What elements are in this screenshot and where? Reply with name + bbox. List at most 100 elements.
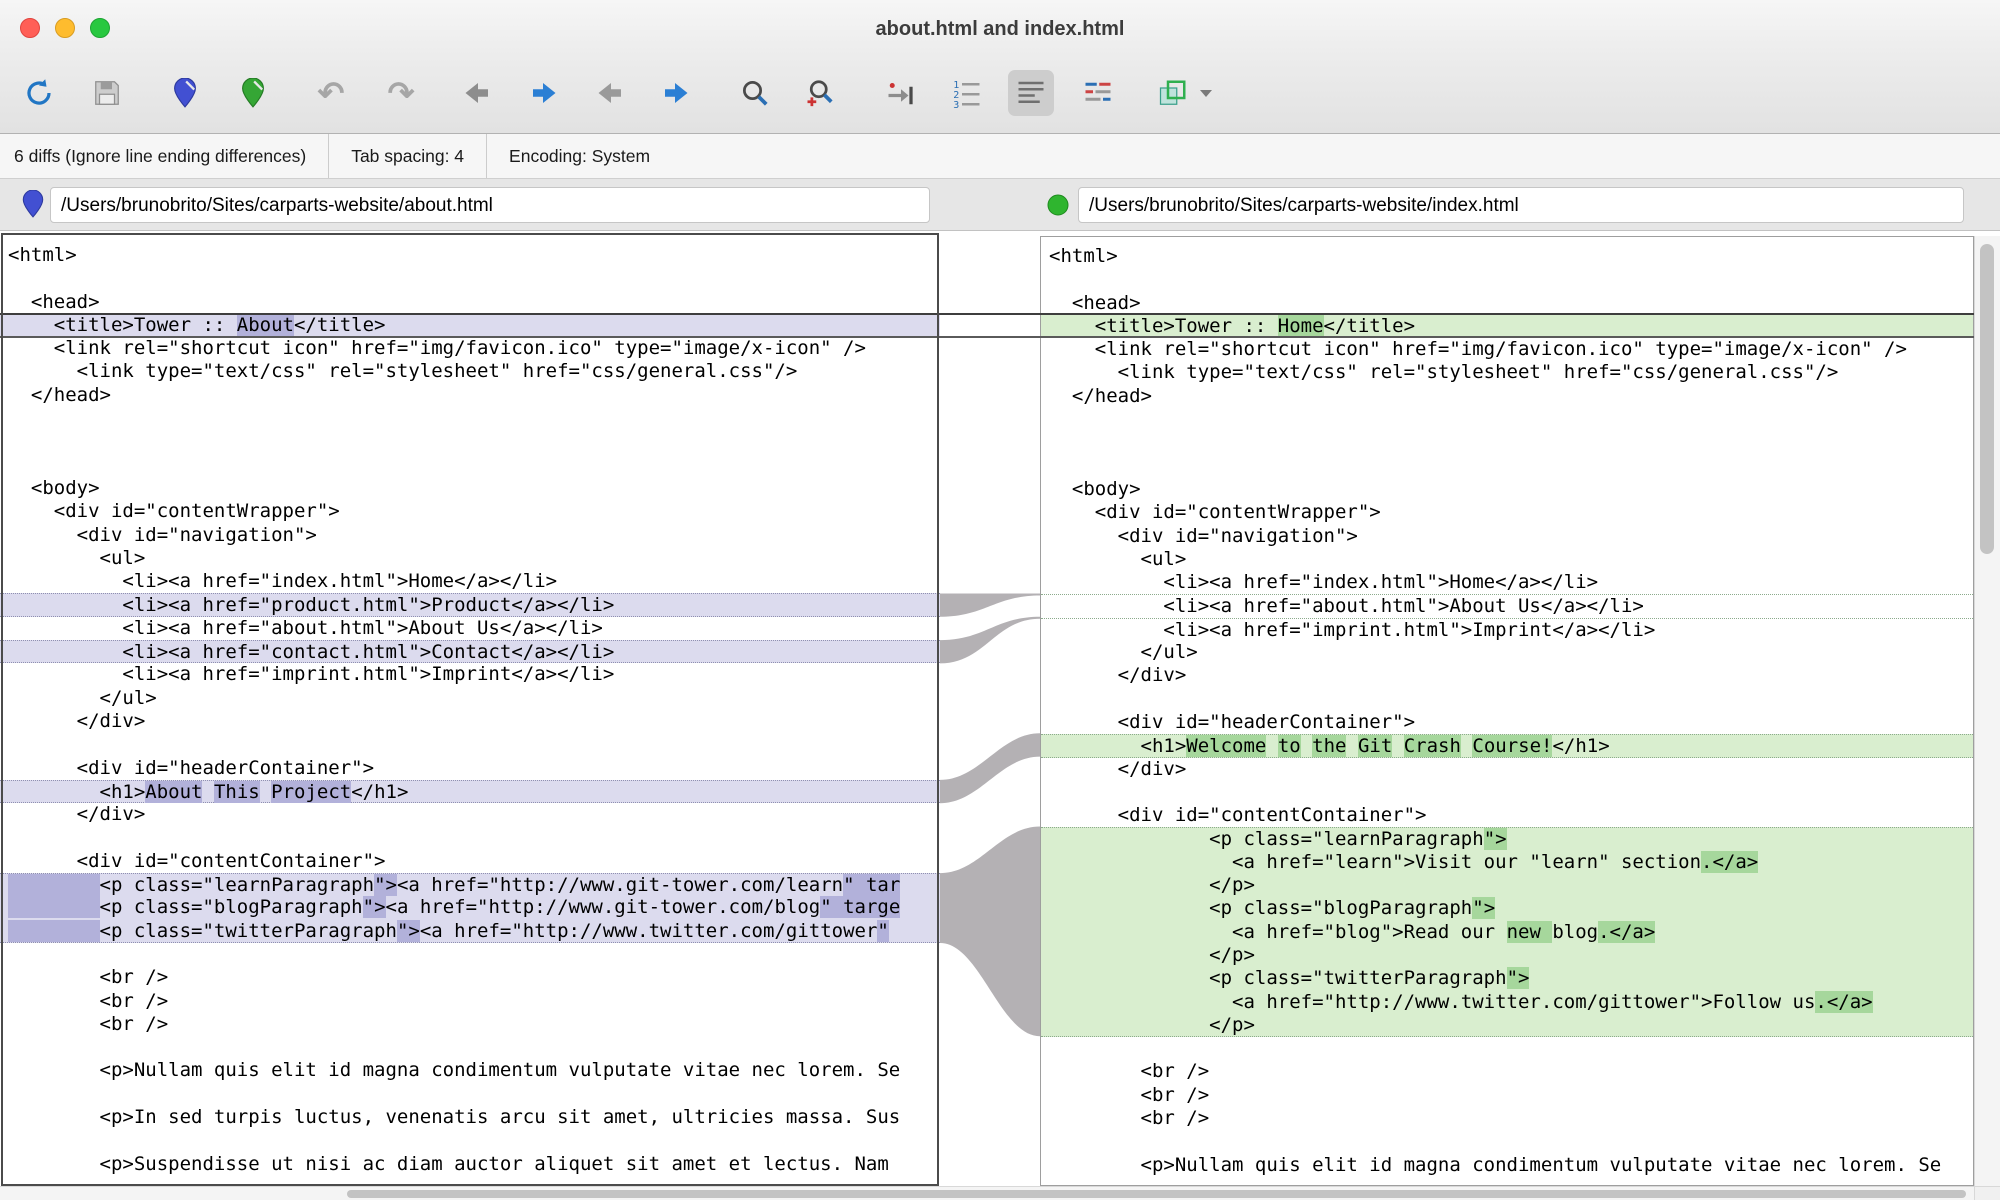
reload-icon bbox=[24, 78, 54, 108]
search-icon bbox=[740, 78, 770, 108]
code-line: <div id="contentWrapper"> bbox=[1041, 501, 1973, 524]
copy-menu-chevron[interactable] bbox=[1194, 70, 1218, 116]
scrollbar-corner bbox=[1974, 1186, 2000, 1200]
code-line: </p> bbox=[1041, 874, 1973, 897]
code-line: <li><a href="imprint.html">Imprint</a></… bbox=[0, 663, 940, 686]
code-line: <h1>Welcome to the Git Crash Course!</h1… bbox=[1041, 734, 1973, 757]
code-line: <body> bbox=[0, 477, 940, 500]
code-line: <ul> bbox=[0, 547, 940, 570]
code-line bbox=[0, 1036, 940, 1059]
code-line: <p>In sed turpis luctus, venenatis arcu … bbox=[0, 1106, 940, 1129]
code-line: <br /> bbox=[1041, 1060, 1973, 1083]
code-line: </p> bbox=[1041, 1014, 1973, 1037]
go-to-line-button[interactable] bbox=[878, 70, 924, 116]
arrow-left-icon bbox=[463, 78, 493, 108]
redo-button[interactable]: ↷ bbox=[378, 70, 424, 116]
code-line: <html> bbox=[1041, 245, 1973, 268]
encoding: Encoding: System bbox=[487, 134, 672, 178]
code-line bbox=[1041, 408, 1973, 431]
code-line: <a href="blog">Read our new blog.</a> bbox=[1041, 921, 1973, 944]
arrow-right-icon bbox=[660, 78, 690, 108]
right-code-pane[interactable]: <html> <head> <title>Tower :: Home</titl… bbox=[1040, 236, 1974, 1186]
code-line: <p>Nullam quis elit id magna condimentum… bbox=[1041, 1154, 1973, 1177]
code-line bbox=[1041, 455, 1973, 478]
code-line: <br /> bbox=[0, 990, 940, 1013]
changed-text-segment: the bbox=[1312, 735, 1346, 757]
left-code-pane[interactable]: <html> <head> <title>Tower :: About</tit… bbox=[0, 236, 940, 1186]
find-button[interactable] bbox=[732, 70, 778, 116]
vertical-scrollbar[interactable] bbox=[1974, 236, 2000, 1186]
code-line bbox=[1041, 688, 1973, 711]
toolbar: ↶ ↷ bbox=[0, 56, 2000, 134]
show-lines-button[interactable] bbox=[1008, 70, 1054, 116]
tab-spacing: Tab spacing: 4 bbox=[329, 134, 487, 178]
line-numbers-icon: 1 2 3 bbox=[952, 78, 982, 108]
code-line bbox=[1041, 781, 1973, 804]
code-line: <p>Nullam quis elit id magna condimentum… bbox=[0, 1059, 940, 1082]
right-file-marker-icon bbox=[1046, 193, 1070, 222]
code-line: </head> bbox=[1041, 385, 1973, 408]
code-line: </div> bbox=[1041, 664, 1973, 687]
code-line: <li><a href="about.html">About Us</a></l… bbox=[1041, 594, 1973, 617]
copy-diff-button[interactable] bbox=[1150, 70, 1196, 116]
undo-button[interactable]: ↶ bbox=[308, 70, 354, 116]
window-title: about.html and index.html bbox=[0, 0, 2000, 56]
right-file-path[interactable]: /Users/brunobrito/Sites/carparts-website… bbox=[1078, 187, 1964, 223]
code-line bbox=[1041, 431, 1973, 454]
code-line: <br /> bbox=[0, 966, 940, 989]
changed-text-segment: .</a> bbox=[1701, 851, 1758, 873]
code-line: <a href="http://www.twitter.com/gittower… bbox=[1041, 991, 1973, 1014]
next-difference-button[interactable] bbox=[520, 70, 566, 116]
horizontal-scrollbar-thumb[interactable] bbox=[347, 1190, 1966, 1198]
reload-button[interactable] bbox=[16, 70, 62, 116]
green-marker-icon bbox=[239, 78, 267, 108]
code-line: </head> bbox=[0, 384, 940, 407]
code-line: <body> bbox=[1041, 478, 1973, 501]
changed-text-segment: .</a> bbox=[1598, 921, 1655, 943]
changed-text-segment: Crash bbox=[1404, 735, 1461, 757]
code-line: <br /> bbox=[0, 1013, 940, 1036]
changed-text-segment: Course! bbox=[1472, 735, 1552, 757]
code-line: <link type="text/css" rel="stylesheet" h… bbox=[1041, 361, 1973, 384]
code-line bbox=[0, 733, 940, 756]
redo-icon: ↷ bbox=[388, 77, 415, 109]
changed-text-segment: "> bbox=[397, 920, 420, 942]
code-line: </p> bbox=[1041, 944, 1973, 967]
left-file-path[interactable]: /Users/brunobrito/Sites/carparts-website… bbox=[50, 187, 930, 223]
take-left-change-button[interactable] bbox=[162, 70, 208, 116]
code-line: <head> bbox=[0, 291, 940, 314]
previous-conflict-button[interactable] bbox=[588, 70, 634, 116]
changed-text-segment: " targe bbox=[820, 896, 900, 918]
svg-text:3: 3 bbox=[953, 100, 959, 108]
changed-text-segment bbox=[8, 920, 100, 942]
code-line bbox=[1041, 1130, 1973, 1153]
code-line: <p class="blogParagraph"> bbox=[1041, 897, 1973, 920]
changed-text-segment: This bbox=[214, 781, 260, 803]
code-line bbox=[0, 430, 940, 453]
code-line bbox=[0, 454, 940, 477]
search-plus-icon bbox=[805, 78, 835, 108]
code-line: <head> bbox=[1041, 292, 1973, 315]
code-line: <ul> bbox=[1041, 548, 1973, 571]
take-right-change-button[interactable] bbox=[230, 70, 276, 116]
next-conflict-button[interactable] bbox=[652, 70, 698, 116]
left-file-marker-icon bbox=[20, 190, 46, 223]
save-icon bbox=[92, 78, 122, 108]
code-line: <link rel="shortcut icon" href="img/favi… bbox=[1041, 338, 1973, 361]
line-numbers-button[interactable]: 1 2 3 bbox=[944, 70, 990, 116]
code-line: <p class="twitterParagraph"><a href="htt… bbox=[0, 920, 940, 943]
titlebar: about.html and index.html bbox=[0, 0, 2000, 56]
code-line bbox=[1041, 268, 1973, 291]
previous-difference-button[interactable] bbox=[455, 70, 501, 116]
horizontal-scrollbar[interactable] bbox=[0, 1186, 1974, 1200]
changed-text-segment: Git bbox=[1358, 735, 1392, 757]
intraline-highlight-button[interactable] bbox=[1075, 70, 1121, 116]
code-line: <li><a href="imprint.html">Imprint</a></… bbox=[1041, 618, 1973, 641]
vertical-scrollbar-thumb[interactable] bbox=[1980, 244, 1994, 554]
code-line: <link rel="shortcut icon" href="img/favi… bbox=[0, 337, 940, 360]
changed-text-segment: "> bbox=[374, 874, 397, 896]
find-next-button[interactable] bbox=[797, 70, 843, 116]
save-button[interactable] bbox=[84, 70, 130, 116]
blue-marker-icon bbox=[171, 78, 199, 108]
code-line: </ul> bbox=[0, 687, 940, 710]
